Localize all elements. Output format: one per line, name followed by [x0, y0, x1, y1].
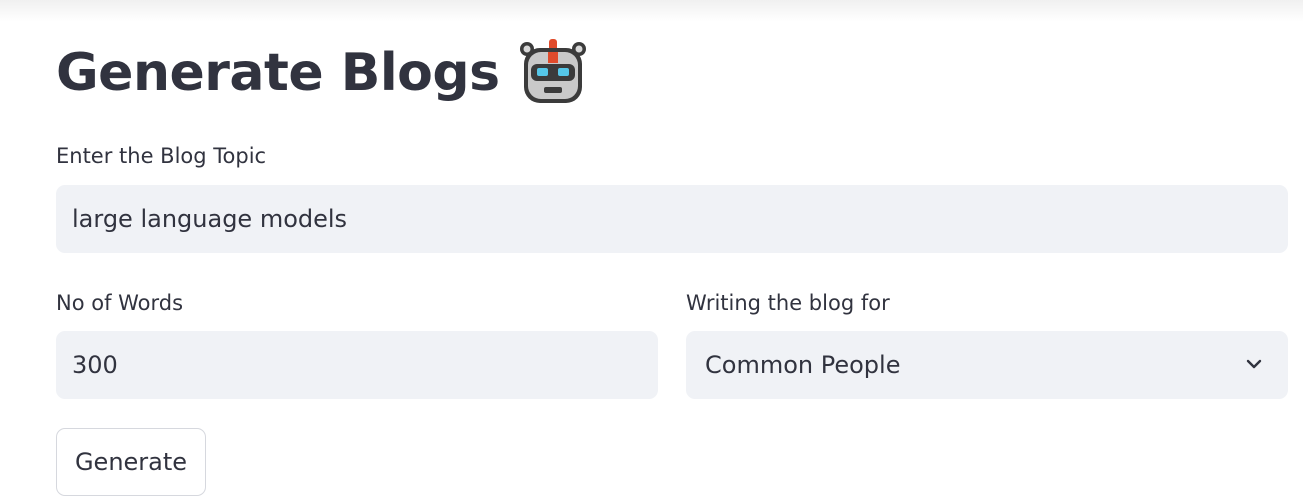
topic-input[interactable]: large language models	[56, 185, 1288, 253]
audience-select[interactable]: Common People	[686, 331, 1288, 399]
top-header-shadow	[0, 0, 1303, 22]
topic-label: Enter the Blog Topic	[56, 144, 267, 168]
words-label: No of Words	[56, 291, 184, 315]
chevron-down-icon[interactable]	[1246, 356, 1262, 372]
topic-input-value: large language models	[72, 205, 348, 233]
words-input[interactable]: 300	[56, 331, 658, 399]
audience-label: Writing the blog for	[686, 291, 890, 315]
robot-icon	[519, 39, 586, 103]
page-title: Generate Blogs	[56, 38, 588, 108]
generate-button[interactable]: Generate	[56, 428, 206, 496]
page-title-text: Generate Blogs	[56, 43, 500, 103]
audience-select-value: Common People	[705, 351, 901, 379]
words-input-value: 300	[72, 351, 118, 379]
